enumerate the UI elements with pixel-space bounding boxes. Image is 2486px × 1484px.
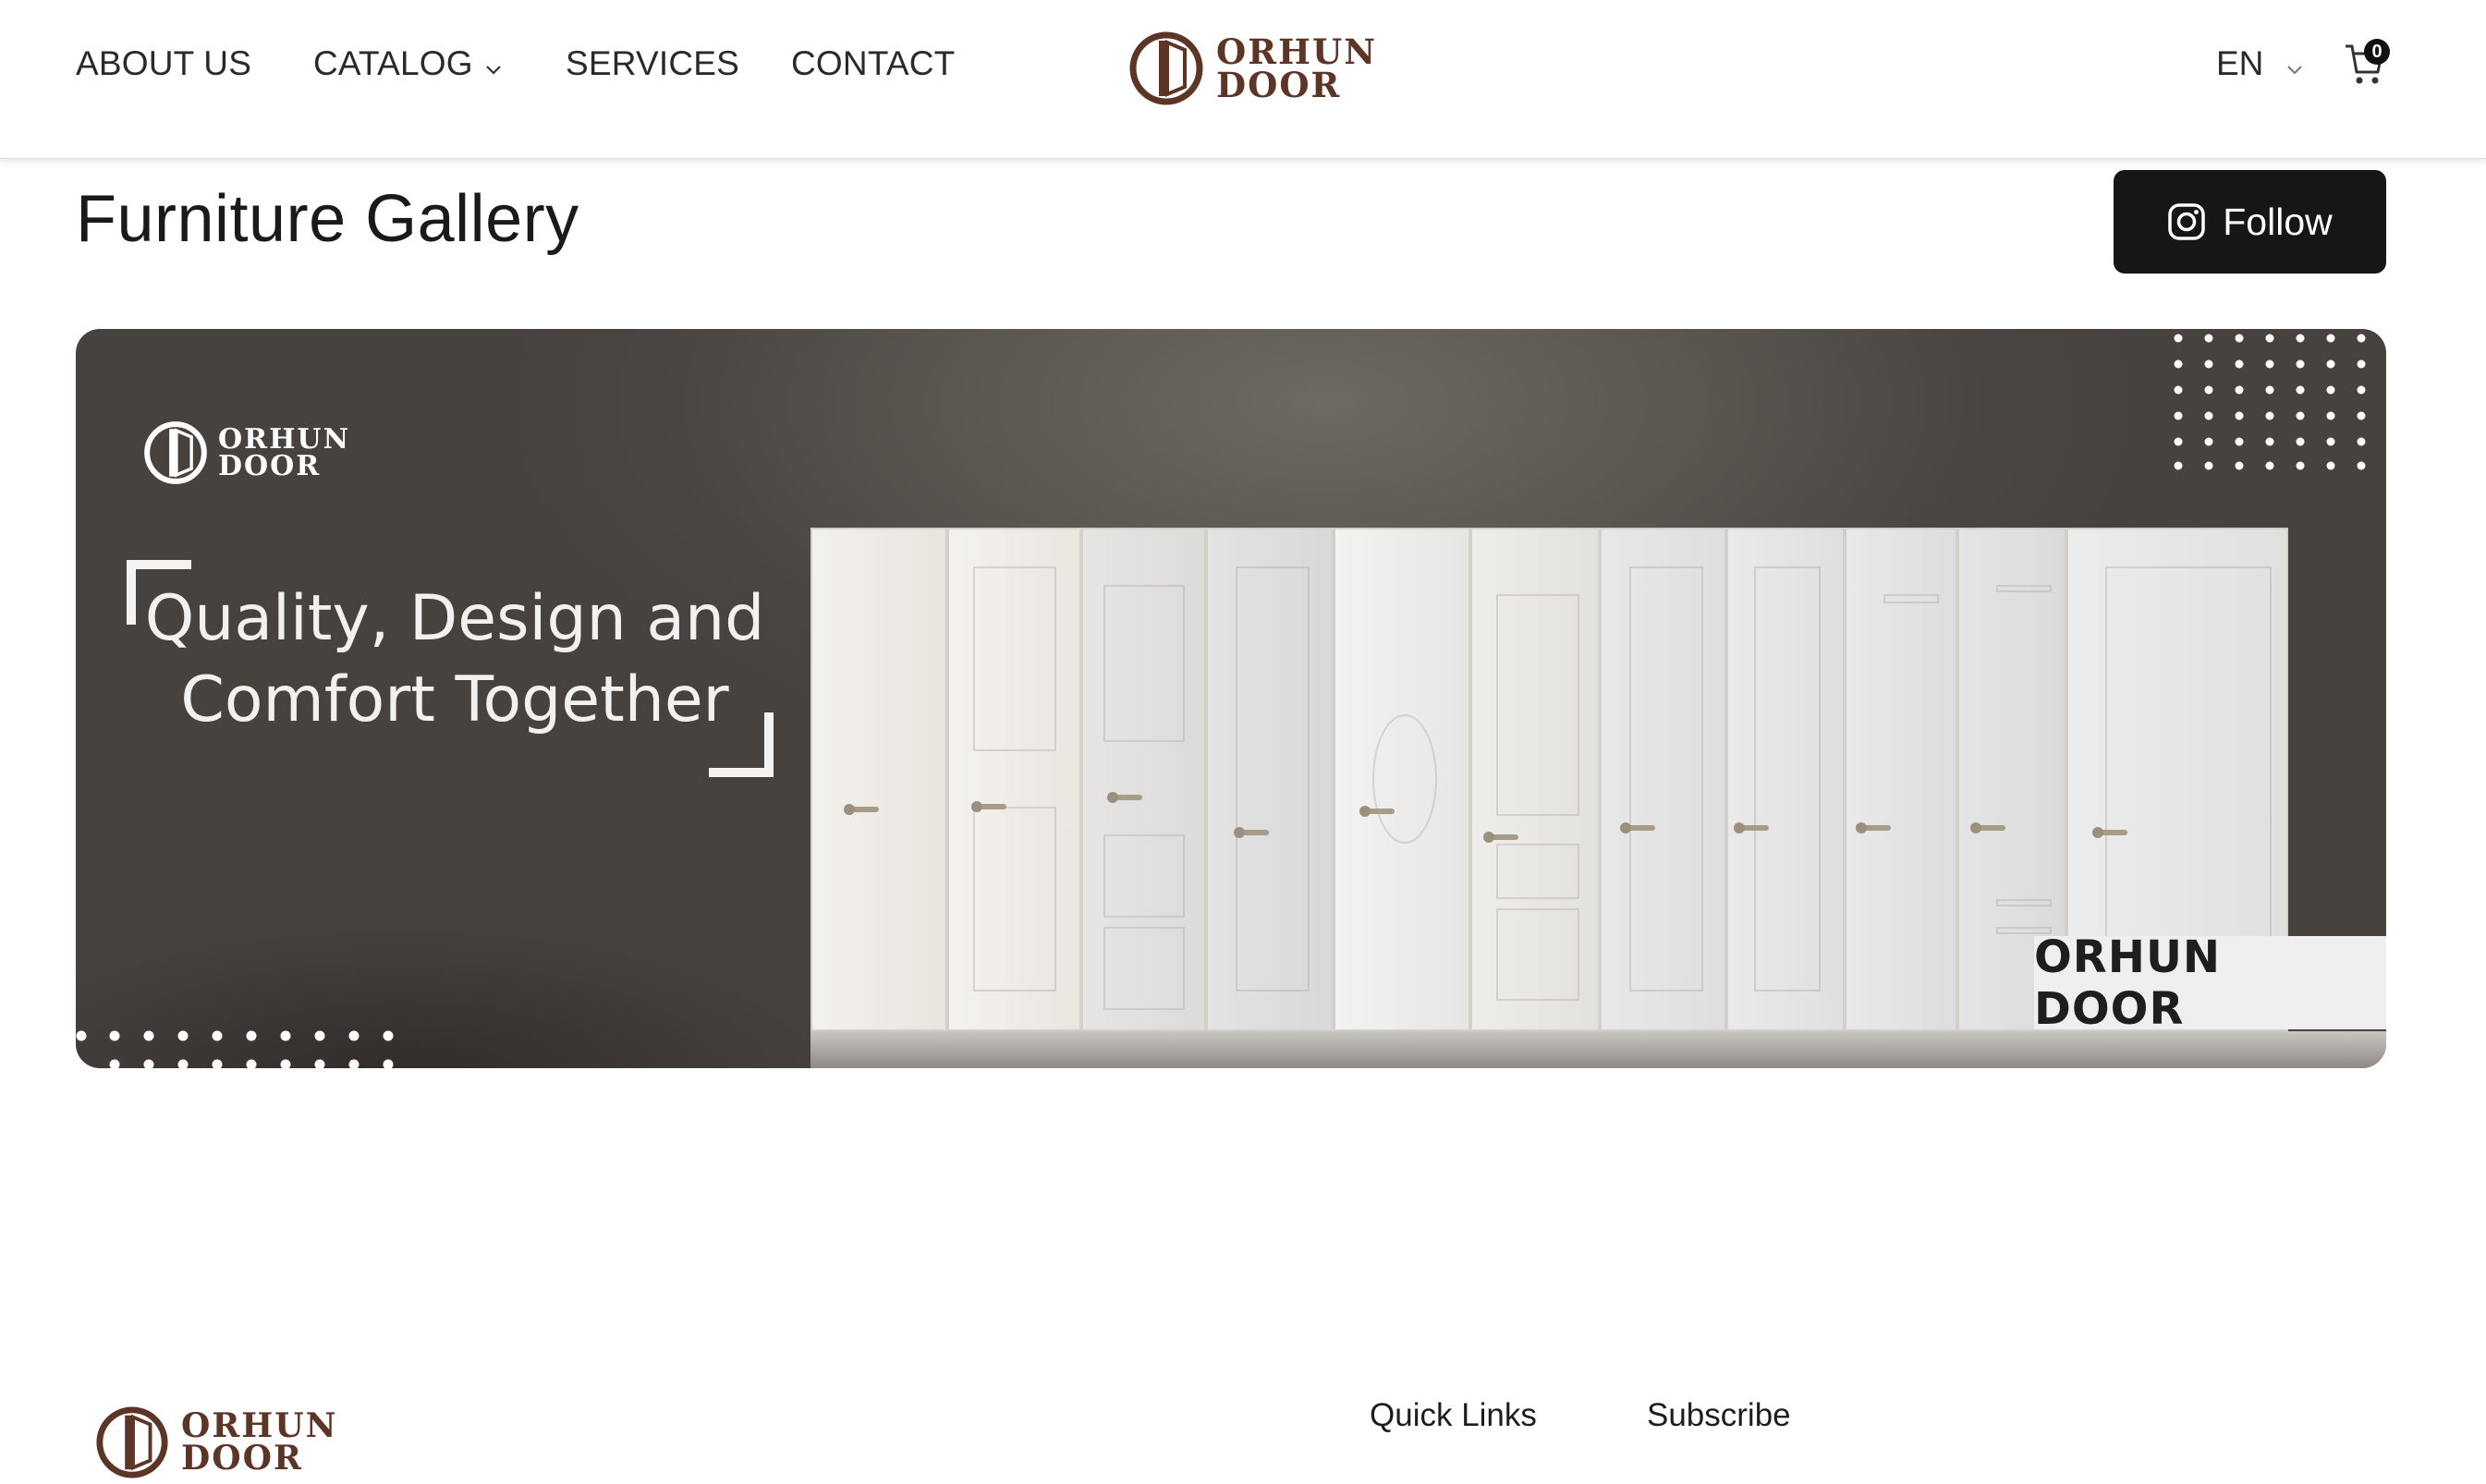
brand-mark-icon xyxy=(96,1406,168,1478)
footer-logo-line-2: DOOR xyxy=(181,1439,303,1478)
page-title: Furniture Gallery xyxy=(76,182,579,256)
door-image xyxy=(1470,528,1600,1031)
door-image xyxy=(1206,528,1334,1031)
floor-reflection xyxy=(810,1031,2386,1068)
door-image xyxy=(1726,528,1845,1031)
door-image xyxy=(947,528,1081,1031)
instagram-icon xyxy=(2168,203,2205,240)
door-image xyxy=(810,528,947,1031)
nav-catalog[interactable]: CATALOG xyxy=(313,44,503,85)
language-selector[interactable]: EN xyxy=(2216,44,2304,85)
follow-label: Follow xyxy=(2223,200,2333,243)
tagline-line-1: Quality, Design and xyxy=(144,582,765,655)
banner-brand-label: ORHUN DOOR xyxy=(2034,931,2386,1035)
nav-contact[interactable]: CONTACT xyxy=(791,44,955,83)
gallery-banner[interactable]: ORHUN DOOR Quality, Design and Comfort T… xyxy=(76,329,2386,1068)
door-image xyxy=(1600,528,1726,1031)
cart-count-badge: 0 xyxy=(2364,39,2390,65)
brand-mark-icon xyxy=(144,421,207,484)
subscribe-heading: Subscribe xyxy=(1647,1397,1791,1433)
quick-links-heading: Quick Links xyxy=(1370,1397,1537,1433)
nav-about-us[interactable]: ABOUT US xyxy=(76,44,251,83)
footer-logo[interactable]: ORHUN DOOR xyxy=(94,1405,338,1480)
footer-logo-line-1: ORHUN xyxy=(181,1405,338,1445)
banner-logo-line-2: DOOR xyxy=(218,450,322,482)
door-image xyxy=(1081,528,1206,1031)
chevron-down-icon xyxy=(484,46,503,85)
logo-line-1: ORHUN xyxy=(1216,30,1378,72)
banner-logo-line-1: ORHUN xyxy=(218,422,350,456)
logo-line-2: DOOR xyxy=(1216,65,1342,105)
site-header: ABOUT US CATALOG SERVICES CONTACT ORHUN … xyxy=(0,0,2486,159)
dot-grid-top-right xyxy=(2174,334,2366,470)
language-label: EN xyxy=(2216,44,2264,82)
follow-button[interactable]: Follow xyxy=(2114,170,2386,274)
door-image xyxy=(1334,528,1470,1031)
header-logo[interactable]: ORHUN DOOR xyxy=(1127,30,1377,107)
door-image xyxy=(1845,528,1957,1031)
nav-services[interactable]: SERVICES xyxy=(566,44,739,83)
bracket-bottom-right xyxy=(709,712,774,777)
nav-catalog-label: CATALOG xyxy=(313,44,473,82)
chevron-down-icon xyxy=(2285,46,2304,85)
tagline-line-2: Comfort Together xyxy=(180,663,729,736)
brand-mark-icon xyxy=(1129,31,1203,105)
banner-tagline: Quality, Design and Comfort Together xyxy=(140,578,769,741)
banner-logo: ORHUN DOOR xyxy=(142,420,350,486)
dot-grid-bottom-left xyxy=(76,1030,394,1068)
